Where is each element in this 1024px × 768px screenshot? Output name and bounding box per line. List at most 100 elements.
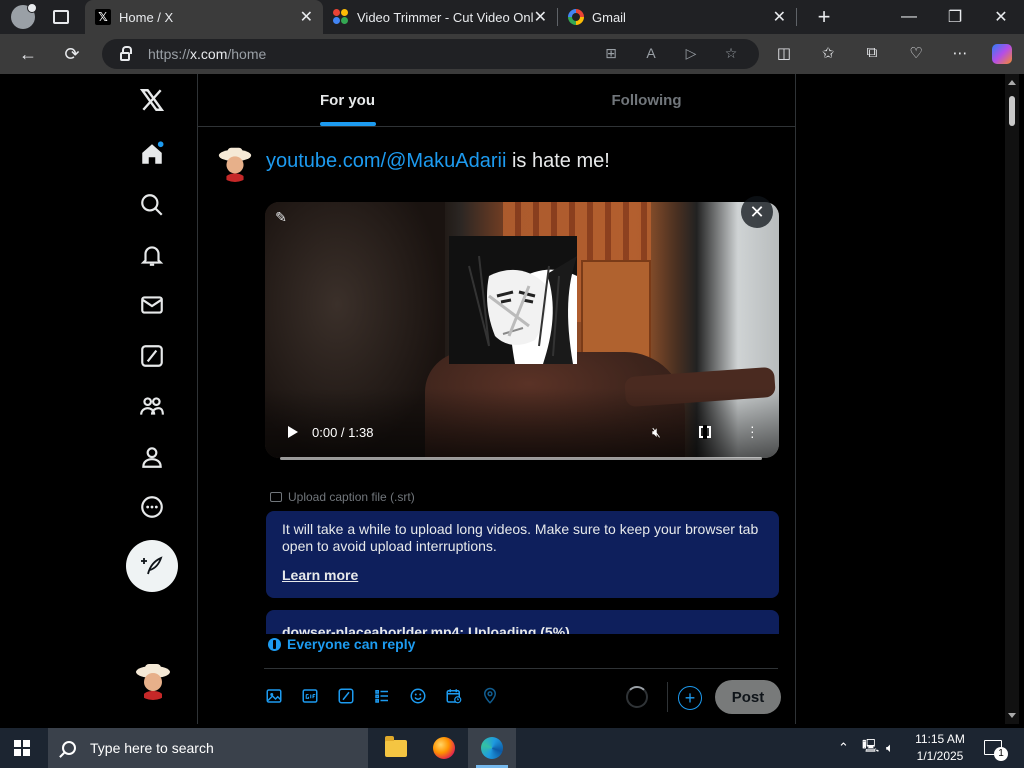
- profile-avatar-icon[interactable]: [11, 3, 37, 29]
- split-screen-icon[interactable]: ◫: [774, 44, 794, 64]
- composer-divider: [264, 668, 778, 669]
- more-circle-icon[interactable]: [135, 490, 169, 524]
- post-button[interactable]: Post: [715, 680, 781, 714]
- manga-overlay-image: [449, 236, 577, 364]
- url-text: https://x.com/home: [148, 46, 266, 62]
- emoji-icon[interactable]: [408, 686, 428, 706]
- url-scheme: https://: [148, 46, 191, 62]
- caption-icon: [270, 492, 282, 502]
- notifications-bell-icon[interactable]: [135, 238, 169, 272]
- toolbar-divider: [667, 682, 668, 712]
- tab-actions-icon[interactable]: [53, 10, 69, 24]
- tab-home-x[interactable]: 𝕏 Home / X ✕: [85, 0, 323, 34]
- messages-envelope-icon[interactable]: [135, 288, 169, 322]
- gif-icon[interactable]: [300, 686, 320, 706]
- scrollbar-thumb[interactable]: [1009, 96, 1015, 126]
- copilot-icon[interactable]: [992, 44, 1012, 64]
- refresh-button[interactable]: ⟳: [57, 39, 87, 69]
- profile-icon[interactable]: [135, 440, 169, 474]
- video-icon[interactable]: ▷: [682, 45, 700, 63]
- lock-icon[interactable]: [120, 45, 132, 61]
- back-button[interactable]: ←: [13, 39, 43, 69]
- favorite-star-icon[interactable]: ☆: [722, 45, 740, 63]
- x-page: For you Following youtube.com/@MakuAdari…: [5, 74, 1005, 724]
- video-preview[interactable]: [265, 202, 779, 458]
- more-menu-icon[interactable]: ⋯: [950, 44, 970, 64]
- upload-caption-label: Upload caption file (.srt): [288, 490, 415, 504]
- close-tab-icon[interactable]: ✕: [773, 7, 786, 27]
- fullscreen-icon[interactable]: [699, 425, 711, 439]
- favorites-icon[interactable]: ✩: [818, 44, 838, 64]
- address-bar[interactable]: https://x.com/home ⊞ A ▷ ☆: [102, 39, 759, 69]
- network-icon[interactable]: 🖳︎: [862, 728, 879, 768]
- upload-status-card: dowser-placeaborlder.mp4: Uploading (5%): [266, 610, 779, 634]
- tab-title: Video Trimmer - Cut Video Online: [357, 9, 533, 25]
- url-path: /home: [227, 46, 267, 62]
- minimize-button[interactable]: —: [886, 0, 932, 34]
- google-icon: [568, 9, 584, 25]
- page-scrollbar[interactable]: [1005, 74, 1019, 724]
- tab-video-trimmer[interactable]: Video Trimmer - Cut Video Online ✕: [323, 0, 557, 34]
- firefox-button[interactable]: [420, 728, 468, 768]
- poll-icon[interactable]: [372, 686, 392, 706]
- tab-gmail[interactable]: Gmail ✕: [558, 0, 796, 34]
- app-available-icon[interactable]: ⊞: [602, 45, 620, 63]
- communities-icon[interactable]: [135, 389, 169, 423]
- scroll-down-arrow-icon[interactable]: [1008, 713, 1016, 718]
- globe-icon: [268, 637, 281, 651]
- video-progress-bar[interactable]: [280, 457, 762, 460]
- left-navigation: [5, 74, 197, 724]
- scroll-up-arrow-icon[interactable]: [1008, 80, 1016, 85]
- upload-status-text: dowser-placeaborlder.mp4: Uploading (5%): [282, 624, 570, 634]
- mute-icon[interactable]: 🔇︎: [652, 424, 661, 441]
- composer-avatar[interactable]: [216, 144, 254, 182]
- edge-button[interactable]: [468, 728, 516, 768]
- grok-icon[interactable]: [135, 339, 169, 373]
- upload-caption-button[interactable]: Upload caption file (.srt): [270, 490, 415, 504]
- add-post-button[interactable]: +: [678, 686, 702, 710]
- tab-following[interactable]: Following: [497, 74, 796, 126]
- close-tab-icon[interactable]: ✕: [300, 7, 313, 27]
- reply-setting-button[interactable]: Everyone can reply: [268, 636, 415, 652]
- read-aloud-icon[interactable]: A: [642, 45, 660, 63]
- file-explorer-button[interactable]: [372, 728, 420, 768]
- x-logo-icon[interactable]: [135, 83, 169, 117]
- account-avatar[interactable]: [133, 660, 173, 700]
- video-more-icon[interactable]: · · ·: [750, 419, 755, 443]
- clock-time: 11:15 AM: [915, 732, 965, 746]
- location-icon[interactable]: [480, 686, 500, 706]
- video-trimmer-icon: [333, 9, 349, 25]
- compose-post-button[interactable]: [126, 540, 178, 592]
- learn-more-link[interactable]: Learn more: [282, 567, 358, 583]
- volume-muted-icon[interactable]: 🔈︎: [886, 728, 894, 768]
- browser-toolbar: ← ⟳ https://x.com/home ⊞ A ▷ ☆ ◫ ✩ ⧉ ♡ ⋯: [0, 34, 1024, 74]
- grok-icon[interactable]: [336, 686, 356, 706]
- search-icon[interactable]: [135, 188, 169, 222]
- close-window-button[interactable]: ✕: [978, 0, 1024, 34]
- close-tab-icon[interactable]: ✕: [534, 7, 547, 27]
- tray-chevron-icon[interactable]: ⌃: [838, 728, 849, 768]
- firefox-icon: [433, 737, 455, 759]
- video-time: 0:00 / 1:38: [312, 425, 374, 440]
- tab-for-you[interactable]: For you: [198, 74, 497, 126]
- edit-media-pen-icon[interactable]: ✎: [270, 206, 292, 228]
- windows-start-icon[interactable]: [14, 740, 30, 756]
- compose-textarea[interactable]: youtube.com/@MakuAdarii is hate me!: [266, 150, 610, 173]
- home-icon[interactable]: [135, 137, 169, 171]
- character-count-ring: [626, 686, 648, 708]
- media-icon[interactable]: [264, 686, 284, 706]
- play-icon[interactable]: [288, 426, 298, 438]
- schedule-icon[interactable]: [444, 686, 464, 706]
- new-tab-button[interactable]: +: [809, 4, 839, 30]
- system-clock[interactable]: 11:15 AM 1/1/2025: [912, 731, 968, 765]
- compose-link[interactable]: youtube.com/@MakuAdarii: [266, 150, 506, 172]
- remove-video-button[interactable]: ✕: [741, 196, 773, 228]
- notifications-icon[interactable]: 1: [984, 740, 1008, 761]
- compose-text-rest: is hate me!: [506, 150, 610, 172]
- collections-icon[interactable]: ⧉: [862, 44, 882, 64]
- restore-button[interactable]: ❐: [932, 0, 978, 34]
- browser-essentials-icon[interactable]: ♡: [906, 44, 926, 64]
- composer-toolbar: [264, 686, 500, 708]
- edge-icon: [481, 737, 503, 759]
- taskbar-search-box[interactable]: Type here to search: [48, 728, 368, 768]
